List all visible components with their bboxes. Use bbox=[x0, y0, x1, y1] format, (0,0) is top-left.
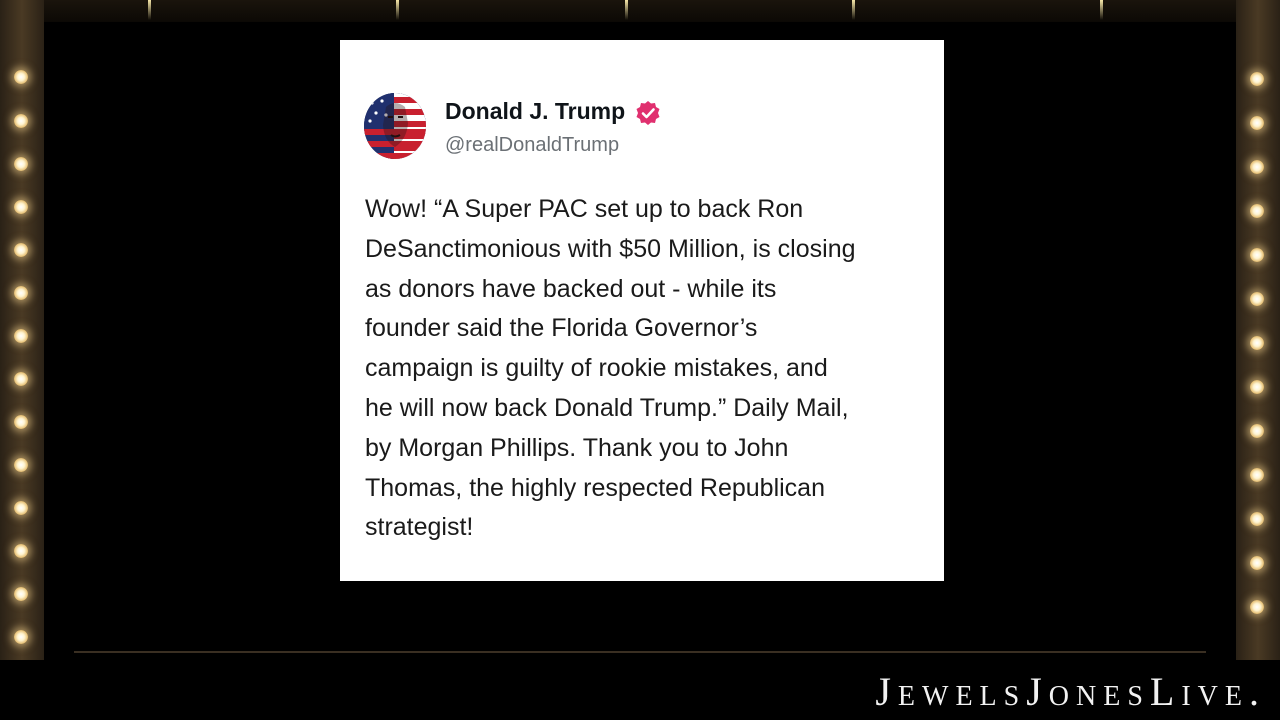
marquee-bulb bbox=[1250, 512, 1264, 526]
marquee-bulb bbox=[14, 70, 28, 84]
post-text-line: Wow! “A Super PAC set up to back Ron bbox=[365, 195, 804, 223]
marquee-bulb bbox=[1250, 292, 1264, 306]
marquee-bulb bbox=[1250, 160, 1264, 174]
post-text-line: campaign is guilty of rookie mistakes, a… bbox=[365, 354, 828, 383]
post-text-line: he will now back Donald Trump.” Daily Ma… bbox=[365, 393, 849, 422]
marquee-bulb bbox=[14, 286, 28, 300]
post-text-line: DeSanctimonious with $50 Million, is clo… bbox=[365, 234, 856, 263]
post-text-line: by Morgan Phillips. Thank you to John bbox=[365, 433, 789, 462]
marquee-bulb bbox=[1250, 204, 1264, 218]
marquee-bulb bbox=[1250, 248, 1264, 262]
marquee-bulb bbox=[14, 243, 28, 257]
author-handle[interactable]: @realDonaldTrump bbox=[445, 134, 619, 157]
light-beam bbox=[852, 0, 855, 20]
marquee-bulb bbox=[14, 329, 28, 343]
post-text-line: strategist! bbox=[365, 513, 474, 542]
author-name[interactable]: Donald J. Trump bbox=[445, 98, 625, 125]
post-body: Wow! “A Super PAC set up to back Ron DeS… bbox=[365, 190, 925, 548]
marquee-bulb bbox=[1250, 424, 1264, 438]
marquee-bulb bbox=[1250, 380, 1264, 394]
marquee-bulb bbox=[14, 372, 28, 386]
marquee-bulb bbox=[14, 630, 28, 644]
marquee-bulb bbox=[1250, 468, 1264, 482]
marquee-bulb bbox=[14, 200, 28, 214]
marquee-top-border bbox=[0, 0, 1280, 22]
marquee-bulb bbox=[1250, 556, 1264, 570]
marquee-bulb bbox=[14, 501, 28, 515]
marquee-bulb bbox=[14, 458, 28, 472]
divider-line bbox=[74, 651, 1206, 653]
marquee-right-border bbox=[1236, 0, 1280, 660]
light-beam bbox=[1100, 0, 1103, 20]
marquee-bulb bbox=[14, 587, 28, 601]
marquee-bulb bbox=[14, 157, 28, 171]
light-beam bbox=[148, 0, 151, 20]
channel-watermark: JewelsJonesLive. bbox=[875, 669, 1266, 714]
video-frame: Donald J. Trump @realDonaldTrump Wow! “A… bbox=[0, 0, 1280, 720]
marquee-bulb bbox=[14, 544, 28, 558]
post-card: Donald J. Trump @realDonaldTrump Wow! “A… bbox=[340, 40, 944, 581]
light-beam bbox=[396, 0, 399, 20]
marquee-bulb bbox=[1250, 336, 1264, 350]
post-text-line: founder said the Florida Governor’s bbox=[365, 314, 758, 343]
light-beam bbox=[625, 0, 628, 20]
flag-portrait-avatar[interactable] bbox=[364, 93, 426, 159]
marquee-bulb bbox=[1250, 72, 1264, 86]
post-text-line: Thomas, the highly respected Republican bbox=[365, 473, 825, 502]
post-text-line: as donors have backed out - while its bbox=[365, 274, 777, 303]
marquee-bulb bbox=[1250, 600, 1264, 614]
marquee-bulb bbox=[14, 114, 28, 128]
marquee-bulb bbox=[14, 415, 28, 429]
verified-badge-icon bbox=[636, 101, 660, 125]
marquee-left-border bbox=[0, 0, 44, 660]
marquee-bulb bbox=[1250, 116, 1264, 130]
